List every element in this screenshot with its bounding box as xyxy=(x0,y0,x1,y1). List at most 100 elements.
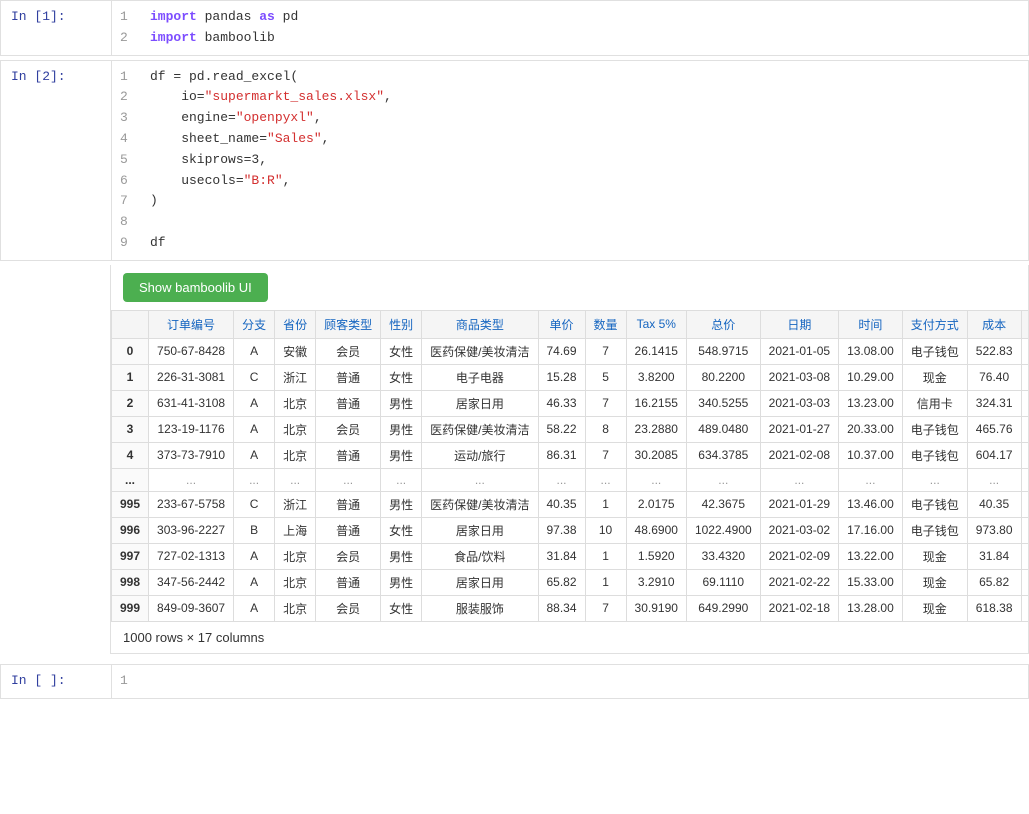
table-cell: 北京 xyxy=(275,543,316,569)
table-cell: 居家日用 xyxy=(422,517,538,543)
line-number: 4 xyxy=(120,129,140,150)
table-cell: 3.2910 xyxy=(626,569,686,595)
table-cell: 4.761905 xyxy=(1021,517,1028,543)
table-cell: A xyxy=(234,543,275,569)
table-cell: A xyxy=(234,338,275,364)
table-cell: 618.38 xyxy=(967,595,1021,621)
table-cell: ... xyxy=(760,468,838,491)
cell-2-code[interactable]: 1 df = pd.read_excel( 2 io="supermarkt_s… xyxy=(111,61,1028,260)
code-text: engine="openpyxl", xyxy=(150,108,322,129)
table-cell: 65.82 xyxy=(967,569,1021,595)
table-cell: ... xyxy=(234,468,275,491)
table-cell: 548.9715 xyxy=(686,338,760,364)
table-cell: 男性 xyxy=(381,491,422,517)
table-cell: 15.28 xyxy=(538,364,585,390)
col-header-gender: 性别 xyxy=(381,310,422,338)
table-cell: ... xyxy=(585,468,626,491)
table-cell: 7 xyxy=(585,338,626,364)
table-cell: C xyxy=(234,491,275,517)
table-cell: 1 xyxy=(585,569,626,595)
table-cell: 会员 xyxy=(316,416,381,442)
table-cell: 40.35 xyxy=(538,491,585,517)
col-header-time: 时间 xyxy=(839,310,903,338)
code-text: sheet_name="Sales", xyxy=(150,129,329,150)
table-cell: 2021-01-29 xyxy=(760,491,838,517)
row-index: 3 xyxy=(112,416,149,442)
line-number: 9 xyxy=(120,233,140,254)
table-cell: 4.761905 xyxy=(1021,491,1028,517)
cell-1-code[interactable]: 1 import pandas as pd 2 import bamboolib xyxy=(111,1,1028,55)
table-cell: 普通 xyxy=(316,390,381,416)
index-header xyxy=(112,310,149,338)
table-cell: 849-09-3607 xyxy=(149,595,234,621)
table-cell: 30.9190 xyxy=(626,595,686,621)
cell-2: In [2]: 1 df = pd.read_excel( 2 io="supe… xyxy=(0,60,1029,261)
col-header-tax: Tax 5% xyxy=(626,310,686,338)
table-cell: 10 xyxy=(585,517,626,543)
table-cell: 2021-02-18 xyxy=(760,595,838,621)
code-line: 1 df = pd.read_excel( xyxy=(120,67,1020,88)
table-cell: 普通 xyxy=(316,442,381,468)
table-cell: 489.0480 xyxy=(686,416,760,442)
code-text: io="supermarkt_sales.xlsx", xyxy=(150,87,392,108)
table-cell: 10.37.00 xyxy=(839,442,903,468)
table-cell: 会员 xyxy=(316,595,381,621)
table-cell: ... xyxy=(1021,468,1028,491)
table-cell: ... xyxy=(839,468,903,491)
table-cell: 973.80 xyxy=(967,517,1021,543)
table-cell: 7 xyxy=(585,390,626,416)
table-cell: 74.69 xyxy=(538,338,585,364)
table-cell: 13.46.00 xyxy=(839,491,903,517)
table-cell: 男性 xyxy=(381,569,422,595)
col-header-price: 单价 xyxy=(538,310,585,338)
show-bamboolib-button[interactable]: Show bamboolib UI xyxy=(123,273,268,302)
code-line: 6 usecols="B:R", xyxy=(120,171,1020,192)
table-cell: 340.5255 xyxy=(686,390,760,416)
row-index: ... xyxy=(112,468,149,491)
table-cell: 7 xyxy=(585,442,626,468)
table-cell: 电子钱包 xyxy=(902,338,967,364)
code-line: 8 xyxy=(120,212,1020,233)
table-cell: 电子钱包 xyxy=(902,442,967,468)
table-cell: 65.82 xyxy=(538,569,585,595)
table-cell: 634.3785 xyxy=(686,442,760,468)
table-cell: 4.761905 xyxy=(1021,338,1028,364)
table-cell: 普通 xyxy=(316,569,381,595)
table-cell: 2021-01-05 xyxy=(760,338,838,364)
table-cell: A xyxy=(234,390,275,416)
table-cell: 医药保健/美妆清洁 xyxy=(422,416,538,442)
table-cell: 女性 xyxy=(381,517,422,543)
table-cell: 226-31-3081 xyxy=(149,364,234,390)
table-cell: ... xyxy=(967,468,1021,491)
table-row: ........................................… xyxy=(112,468,1029,491)
table-cell: 3.8200 xyxy=(626,364,686,390)
table-row: 997727-02-1313A北京会员男性食品/饮料31.8411.592033… xyxy=(112,543,1029,569)
code-text: df = pd.read_excel( xyxy=(150,67,298,88)
table-cell: 76.40 xyxy=(967,364,1021,390)
code-text: df xyxy=(150,233,166,254)
cell-2-output: Show bamboolib UI 订单编号 分支 省份 顾客类型 性别 商品类… xyxy=(110,265,1029,654)
table-cell: 7 xyxy=(585,595,626,621)
table-cell: 浙江 xyxy=(275,491,316,517)
table-cell: 465.76 xyxy=(967,416,1021,442)
table-cell: 居家日用 xyxy=(422,569,538,595)
line-number: 1 xyxy=(120,671,140,692)
line-number: 7 xyxy=(120,191,140,212)
table-cell: ... xyxy=(149,468,234,491)
table-cell: 649.2990 xyxy=(686,595,760,621)
table-cell: 750-67-8428 xyxy=(149,338,234,364)
table-cell: 女性 xyxy=(381,595,422,621)
line-number: 1 xyxy=(120,67,140,88)
table-cell: 2021-02-22 xyxy=(760,569,838,595)
table-cell: 电子电器 xyxy=(422,364,538,390)
code-line: 1 xyxy=(120,671,1020,692)
row-index: 4 xyxy=(112,442,149,468)
empty-cell-input[interactable]: 1 xyxy=(111,665,1028,698)
table-cell: 北京 xyxy=(275,416,316,442)
table-cell: 北京 xyxy=(275,390,316,416)
table-cell: 女性 xyxy=(381,338,422,364)
table-cell: ... xyxy=(626,468,686,491)
row-index: 0 xyxy=(112,338,149,364)
row-index: 1 xyxy=(112,364,149,390)
table-cell: ... xyxy=(316,468,381,491)
